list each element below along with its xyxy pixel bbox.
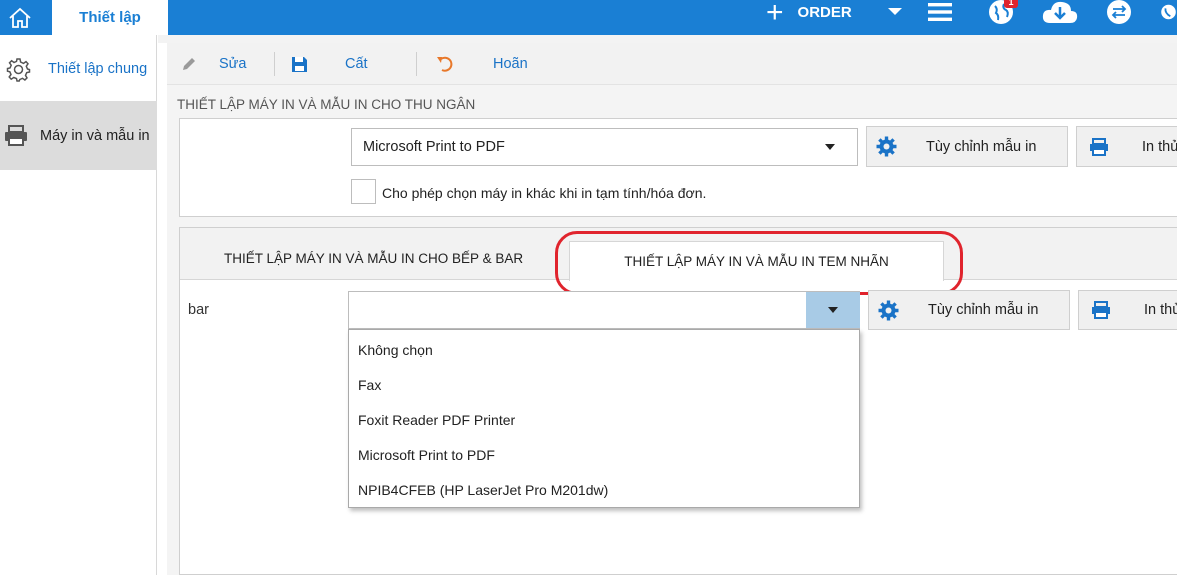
chevron-down-icon — [828, 307, 838, 313]
plus-icon: + — [766, 0, 784, 29]
edit-button[interactable]: Sửa — [181, 43, 246, 85]
sidebar-item-general[interactable]: Thiết lập chung — [0, 37, 157, 101]
dropdown-option[interactable]: Fax — [358, 377, 381, 393]
sidebar-item-label: Thiết lập chung — [48, 61, 148, 77]
menu-icon[interactable] — [927, 0, 953, 24]
toolbar: Sửa Cất Hoãn — [167, 43, 1177, 85]
cashier-printer-value: Microsoft Print to PDF — [363, 139, 505, 155]
allow-other-printer-label: Cho phép chọn máy in khác khi in tạm tín… — [382, 185, 707, 201]
notification-button[interactable]: 1 — [984, 0, 1018, 24]
sync-icon[interactable] — [1104, 0, 1134, 24]
highlight-annotation — [555, 231, 963, 295]
dropdown-option[interactable]: Foxit Reader PDF Printer — [358, 412, 515, 428]
tab-settings[interactable]: Thiết lập — [52, 0, 168, 35]
order-label: ORDER — [797, 4, 852, 21]
home-icon — [9, 7, 31, 28]
order-button[interactable]: + ORDER — [766, 0, 852, 29]
home-button[interactable] — [0, 0, 40, 35]
cashier-section-title: THIẾT LẬP MÁY IN VÀ MẪU IN CHO THU NGÂN — [177, 97, 476, 112]
customize-template-button[interactable]: Tùy chỉnh mẫu in — [868, 290, 1070, 330]
customize-template-button[interactable]: Tùy chỉnh mẫu in — [866, 126, 1068, 167]
edit-label: Sửa — [219, 56, 247, 72]
undo-button[interactable]: Hoãn — [436, 43, 528, 85]
printer-icon — [1090, 137, 1108, 156]
pencil-icon — [183, 58, 195, 70]
dropdown-arrow-button[interactable] — [806, 292, 860, 328]
save-icon — [292, 56, 307, 72]
sidebar: Thiết lập chung Máy in và mẫu in — [0, 35, 157, 575]
undo-icon — [437, 56, 453, 72]
gear-icon — [878, 300, 899, 320]
row-label: bar — [188, 302, 209, 318]
allow-other-printer-checkbox[interactable] — [351, 179, 376, 204]
chevron-down-icon — [825, 144, 835, 150]
tab-kitchen-bar[interactable]: THIẾT LẬP MÁY IN VÀ MẪU IN CHO BẾP & BAR — [224, 251, 523, 266]
test-print-label: In thử — [1144, 302, 1177, 318]
test-print-label: In thử — [1142, 138, 1177, 155]
gear-icon — [876, 136, 897, 157]
cloud-download-icon[interactable] — [1040, 0, 1080, 24]
customize-template-label: Tùy chỉnh mẫu in — [926, 138, 1037, 155]
customize-template-label: Tùy chỉnh mẫu in — [928, 302, 1039, 318]
toolbar-divider — [274, 52, 275, 76]
save-button[interactable]: Cất — [291, 43, 368, 85]
save-label: Cất — [345, 56, 368, 72]
sidebar-item-label: Máy in và mẫu in — [40, 128, 150, 144]
phone-icon[interactable] — [1160, 0, 1177, 24]
label-printer-select[interactable] — [348, 291, 860, 329]
dropdown-option[interactable]: NPIB4CFEB (HP LaserJet Pro M201dw) — [358, 482, 608, 498]
test-print-button[interactable]: In thử — [1078, 290, 1177, 330]
undo-label: Hoãn — [493, 56, 528, 72]
dropdown-option[interactable]: Microsoft Print to PDF — [358, 447, 495, 463]
test-print-button[interactable]: In thử — [1076, 126, 1177, 167]
main-top-spacer — [158, 35, 1177, 43]
toolbar-divider — [416, 52, 417, 76]
printer-icon — [1092, 301, 1110, 319]
gear-icon — [6, 58, 31, 82]
cashier-printer-select[interactable]: Microsoft Print to PDF — [351, 128, 858, 166]
dropdown-option[interactable]: Không chọn — [358, 342, 433, 358]
notification-badge: 1 — [1004, 0, 1018, 8]
order-dropdown-icon[interactable] — [884, 0, 906, 24]
printer-dropdown-list: Không chọn Fax Foxit Reader PDF Printer … — [348, 329, 860, 508]
printer-icon — [5, 125, 27, 146]
sidebar-item-printers[interactable]: Máy in và mẫu in — [0, 101, 157, 170]
